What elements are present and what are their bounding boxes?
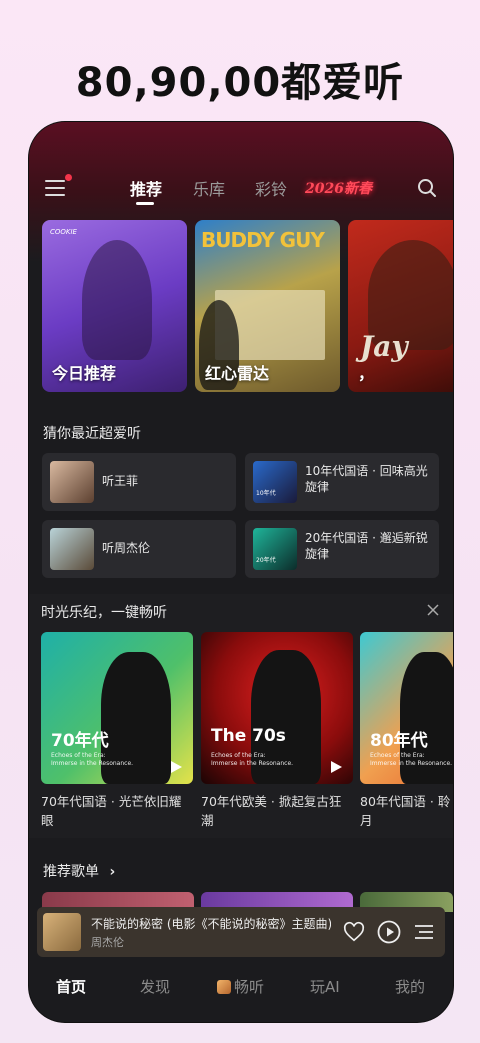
- player-artist: 周杰伦: [91, 936, 124, 949]
- era-card-subtitle: Echoes of the Era: Immerse in the Resonan…: [51, 752, 134, 767]
- player-song-title: 不能说的秘密 (电影《不能说的秘密》主题曲): [91, 917, 331, 931]
- artist-image: [82, 240, 152, 360]
- heart-icon[interactable]: [343, 921, 365, 943]
- chevron-right-icon: ›: [109, 864, 116, 880]
- era-section: 时光乐纪，一键畅听 70年代 Echoes of the Era: Immerse…: [29, 594, 453, 838]
- playlists-title-text: 推荐歌单: [43, 864, 99, 880]
- guess-label: 听王菲: [102, 474, 139, 488]
- tab-recommend[interactable]: 推荐: [130, 176, 162, 200]
- nav-mine[interactable]: 我的: [395, 976, 425, 997]
- playlist-icon[interactable]: [413, 921, 435, 943]
- hero-label: 红心雷达: [205, 364, 270, 383]
- section-title-guess: 猜你最近超爱听: [43, 426, 141, 442]
- hero-label: 今日推荐: [52, 364, 117, 383]
- era-card-caption: 70年代国语 · 光芒依旧耀眼: [41, 794, 182, 828]
- guess-thumb: [50, 528, 94, 570]
- era-card[interactable]: 70年代 Echoes of the Era: Immerse in the Re…: [41, 632, 193, 784]
- tab-ringtone[interactable]: 彩铃: [255, 176, 287, 200]
- notification-dot: [65, 174, 72, 181]
- nav-listen[interactable]: 畅听: [217, 976, 264, 997]
- hero-art-text: BUDDY GUY: [201, 228, 325, 252]
- guess-item[interactable]: 听王菲: [42, 453, 236, 511]
- phone-frame: 推荐 乐库 彩铃 2026新春 COOKIE 今日推荐 BUDDY GUY 红心…: [29, 122, 453, 1022]
- guess-item[interactable]: 10年代 10年代国语 · 回味高光旋律: [245, 453, 439, 511]
- menu-icon[interactable]: [45, 180, 65, 196]
- top-navigation: 推荐 乐库 彩铃 2026新春: [29, 172, 453, 205]
- play-icon[interactable]: [329, 760, 343, 774]
- era-card-subtitle: Echoes of the Era: Immerse in the Resonan…: [211, 752, 294, 767]
- nav-home[interactable]: 首页: [56, 976, 86, 997]
- album-cover: [43, 913, 81, 951]
- hero-card-artist[interactable]: Jay ，: [348, 220, 453, 392]
- play-icon[interactable]: [377, 920, 401, 944]
- guess-thumb: 20年代: [253, 528, 297, 570]
- tab-active-indicator: [136, 202, 154, 205]
- guess-item[interactable]: 20年代 20年代国语 · 邂逅新锐旋律: [245, 520, 439, 578]
- guess-thumb: [50, 461, 94, 503]
- guess-item[interactable]: 听周杰伦: [42, 520, 236, 578]
- hero-label: ，: [358, 364, 375, 383]
- bottom-navigation: 首页 发现 畅听 玩AI 我的: [29, 972, 453, 1012]
- guess-label: 10年代国语 · 回味高光旋律: [305, 464, 428, 494]
- hero-card-daily[interactable]: COOKIE 今日推荐: [42, 220, 187, 392]
- era-card-subtitle: Echoes of the Era: Immerse in the Resonan…: [370, 752, 453, 767]
- section-title-era: 时光乐纪，一键畅听: [41, 605, 167, 621]
- era-card-caption: 80年代国语 · 聆月: [360, 794, 451, 828]
- hero-art-text: COOKIE: [50, 228, 77, 236]
- guess-thumb: 10年代: [253, 461, 297, 503]
- hero-card-radar[interactable]: BUDDY GUY 红心雷达: [195, 220, 340, 392]
- guess-label: 听周杰伦: [102, 541, 151, 555]
- tab-spring-festival[interactable]: 2026新春: [305, 178, 372, 198]
- nav-discover[interactable]: 发现: [140, 976, 170, 997]
- guess-label: 20年代国语 · 邂逅新锐旋律: [305, 531, 428, 561]
- era-card-title: The 70s: [211, 726, 286, 746]
- listen-icon: [217, 980, 231, 994]
- era-card-title: 80年代: [370, 731, 428, 751]
- era-card[interactable]: 80年代 Echoes of the Era: Immerse in the Re…: [360, 632, 453, 784]
- tab-library[interactable]: 乐库: [193, 176, 225, 200]
- hero-art-text: Jay: [360, 330, 408, 363]
- play-icon[interactable]: [169, 760, 183, 774]
- nav-ai[interactable]: 玩AI: [310, 976, 340, 997]
- era-card-title: 70年代: [51, 731, 109, 751]
- era-card-caption: 70年代欧美 · 掀起复古狂潮: [201, 794, 342, 828]
- search-icon[interactable]: [417, 178, 437, 198]
- mini-player[interactable]: 不能说的秘密 (电影《不能说的秘密》主题曲) 周杰伦: [37, 907, 445, 957]
- era-card[interactable]: The 70s Echoes of the Era: Immerse in the…: [201, 632, 353, 784]
- close-icon[interactable]: [427, 604, 439, 616]
- page-headline: 80,90,00都爱听: [75, 60, 405, 106]
- section-title-playlists[interactable]: 推荐歌单 ›: [43, 861, 115, 881]
